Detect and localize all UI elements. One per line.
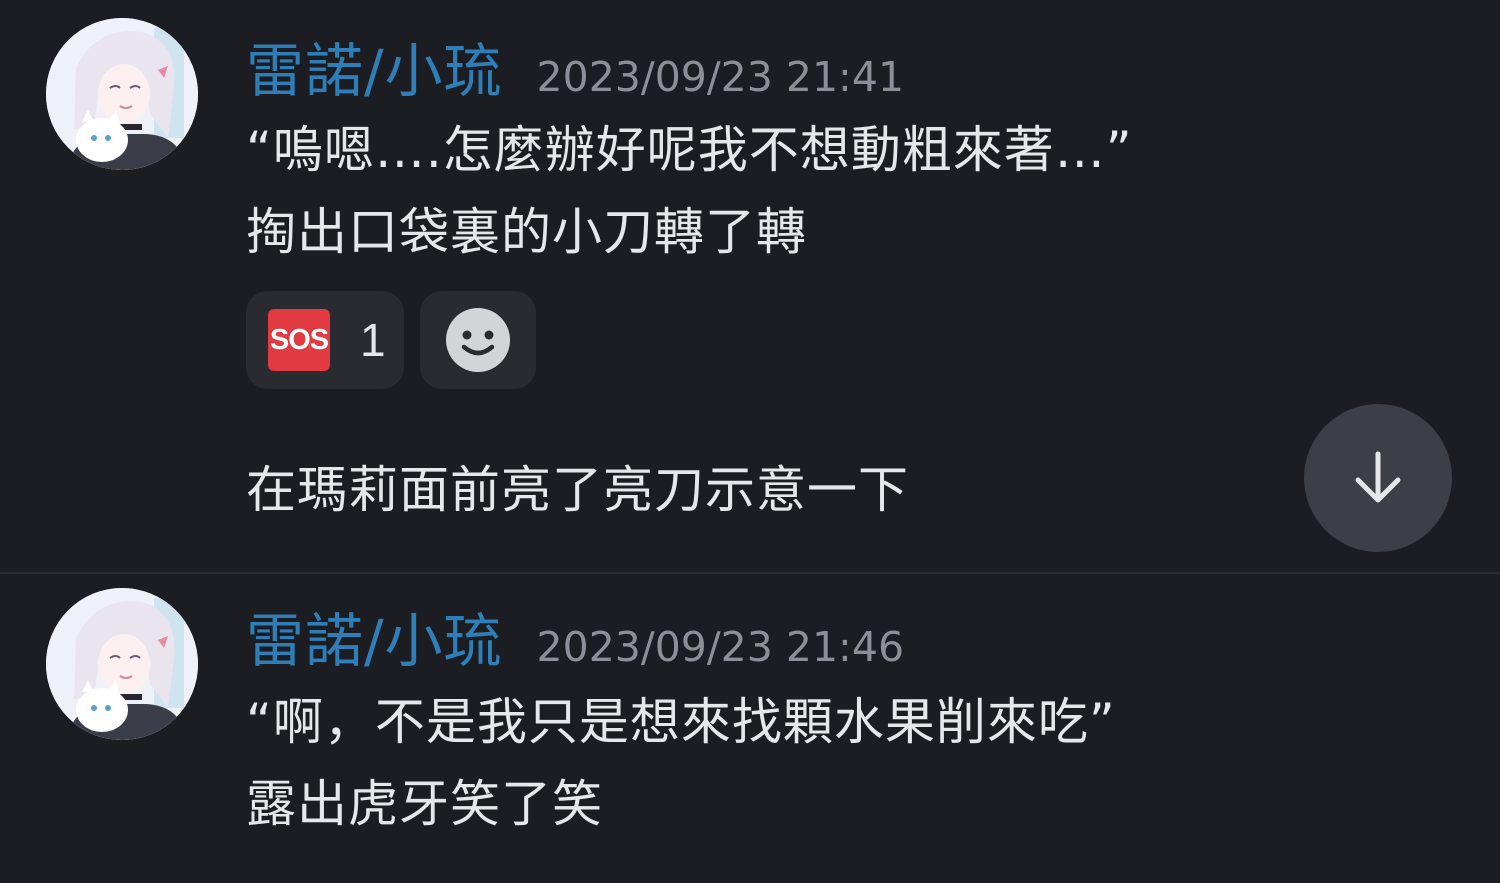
message-group: 雷諾/小琉 2023/09/23 21:46 “啊，不是我只是想來找顆水果削來吃… <box>0 574 1500 883</box>
anime-avatar-image <box>46 18 198 170</box>
add-reaction-button[interactable] <box>420 291 536 389</box>
message-group: 雷諾/小琉 2023/09/23 21:41 “嗚嗯….怎麼辦好呢我不想動粗來著… <box>0 0 1500 572</box>
scroll-to-bottom-button[interactable] <box>1304 404 1452 552</box>
user-avatar[interactable] <box>46 588 198 740</box>
reaction-sos[interactable]: SOS 1 <box>246 291 404 389</box>
sos-emoji-icon: SOS <box>268 309 330 371</box>
message-header: 雷諾/小琉 2023/09/23 21:46 <box>246 594 904 678</box>
message-text: 掏出口袋裏的小刀轉了轉 <box>246 203 807 261</box>
message-text: 露出虎牙笑了笑 <box>246 775 603 833</box>
smiley-face-icon <box>446 308 510 372</box>
reaction-bar: SOS 1 <box>246 291 536 389</box>
chat-view: 雷諾/小琉 2023/09/23 21:41 “嗚嗯….怎麼辦好呢我不想動粗來著… <box>0 0 1500 883</box>
author-name[interactable]: 雷諾/小琉 <box>246 24 503 108</box>
message-timestamp: 2023/09/23 21:46 <box>536 623 905 671</box>
arrow-down-icon <box>1355 451 1401 503</box>
message-text: “啊，不是我只是想來找顆水果削來吃” <box>246 693 1116 751</box>
message-header: 雷諾/小琉 2023/09/23 21:41 <box>246 24 904 108</box>
message-text: “嗚嗯….怎麼辦好呢我不想動粗來著…” <box>246 121 1133 179</box>
message-text: 在瑪莉面前亮了亮刀示意一下 <box>246 461 909 519</box>
author-name[interactable]: 雷諾/小琉 <box>246 594 503 678</box>
reaction-count: 1 <box>360 314 386 366</box>
user-avatar[interactable] <box>46 18 198 170</box>
anime-avatar-image <box>46 588 198 740</box>
message-timestamp: 2023/09/23 21:41 <box>536 53 905 101</box>
